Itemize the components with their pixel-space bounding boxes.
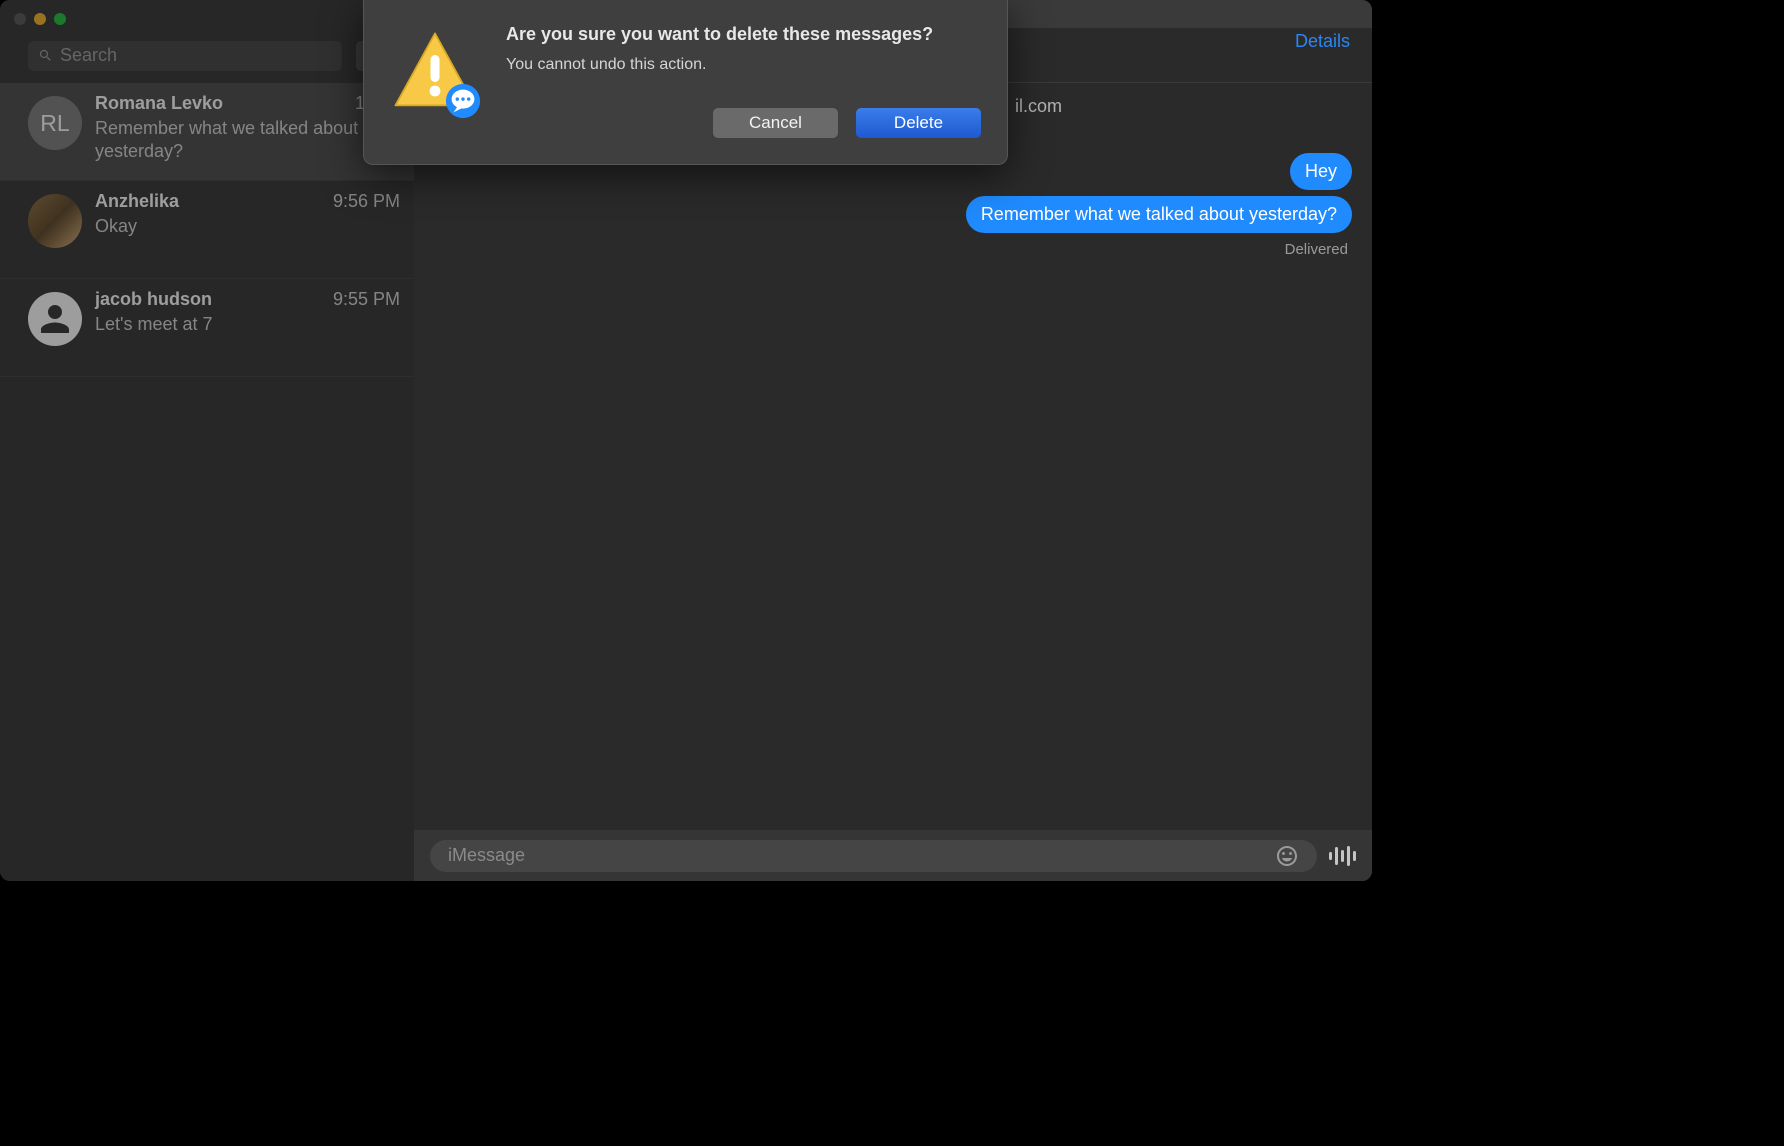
delete-confirmation-dialog: Are you sure you want to delete these me… xyxy=(363,0,1008,165)
avatar-initials: RL xyxy=(40,110,69,137)
conversation-name: Romana Levko xyxy=(95,93,223,114)
recipient-address-fragment: il.com xyxy=(1015,96,1062,117)
person-silhouette-icon xyxy=(34,298,76,340)
conversation-preview: Let's meet at 7 xyxy=(95,313,400,336)
avatar xyxy=(28,292,82,346)
conversation-body: jacob hudson 9:55 PM Let's meet at 7 xyxy=(95,289,400,368)
messages-app-badge-icon xyxy=(444,82,482,120)
warning-icon xyxy=(390,28,480,118)
message-input[interactable]: iMessage xyxy=(430,840,1317,872)
message-input-placeholder: iMessage xyxy=(448,845,525,866)
search-placeholder: Search xyxy=(60,45,117,66)
conversation-item[interactable]: RL Romana Levko 10:49 Remember what we t… xyxy=(0,83,414,181)
message-bubble-sent[interactable]: Hey xyxy=(1290,153,1352,190)
conversation-name: jacob hudson xyxy=(95,289,212,310)
messages-app-window: Search RL Romana Levko 10:49 Remember wh… xyxy=(0,0,1372,881)
messages-area: Hey Remember what we talked about yester… xyxy=(414,83,1372,830)
delivery-status: Delivered xyxy=(1285,241,1348,258)
emoji-picker-icon[interactable] xyxy=(1275,844,1299,868)
dialog-content: Are you sure you want to delete these me… xyxy=(506,22,981,138)
compose-bar: iMessage xyxy=(414,830,1372,881)
sidebar-toolbar: Search xyxy=(0,28,414,83)
window-zoom-button[interactable] xyxy=(54,13,66,25)
conversation-preview: Remember what we talked about yesterday? xyxy=(95,117,400,164)
dialog-message: You cannot undo this action. xyxy=(506,56,981,74)
conversation-body: Romana Levko 10:49 Remember what we talk… xyxy=(95,93,400,172)
conversation-name: Anzhelika xyxy=(95,191,179,212)
conversation-preview: Okay xyxy=(95,215,400,238)
conversation-item[interactable]: jacob hudson 9:55 PM Let's meet at 7 xyxy=(0,279,414,377)
search-input[interactable]: Search xyxy=(28,41,342,71)
conversation-body: Anzhelika 9:56 PM Okay xyxy=(95,191,400,270)
dialog-title: Are you sure you want to delete these me… xyxy=(506,22,981,46)
conversation-time: 9:55 PM xyxy=(333,289,400,310)
traffic-lights xyxy=(10,4,66,25)
conversation-time: 9:56 PM xyxy=(333,191,400,212)
dialog-buttons: Cancel Delete xyxy=(506,108,981,138)
avatar xyxy=(28,194,82,248)
details-link[interactable]: Details xyxy=(1295,31,1350,52)
window-close-button[interactable] xyxy=(14,13,26,25)
conversation-list: RL Romana Levko 10:49 Remember what we t… xyxy=(0,0,414,881)
avatar: RL xyxy=(28,96,82,150)
message-bubble-sent[interactable]: Remember what we talked about yesterday? xyxy=(966,196,1352,233)
conversation-item[interactable]: Anzhelika 9:56 PM Okay xyxy=(0,181,414,279)
window-minimize-button[interactable] xyxy=(34,13,46,25)
audio-message-icon[interactable] xyxy=(1329,846,1356,866)
delete-button[interactable]: Delete xyxy=(856,108,981,138)
cancel-button[interactable]: Cancel xyxy=(713,108,838,138)
search-icon xyxy=(38,48,53,63)
